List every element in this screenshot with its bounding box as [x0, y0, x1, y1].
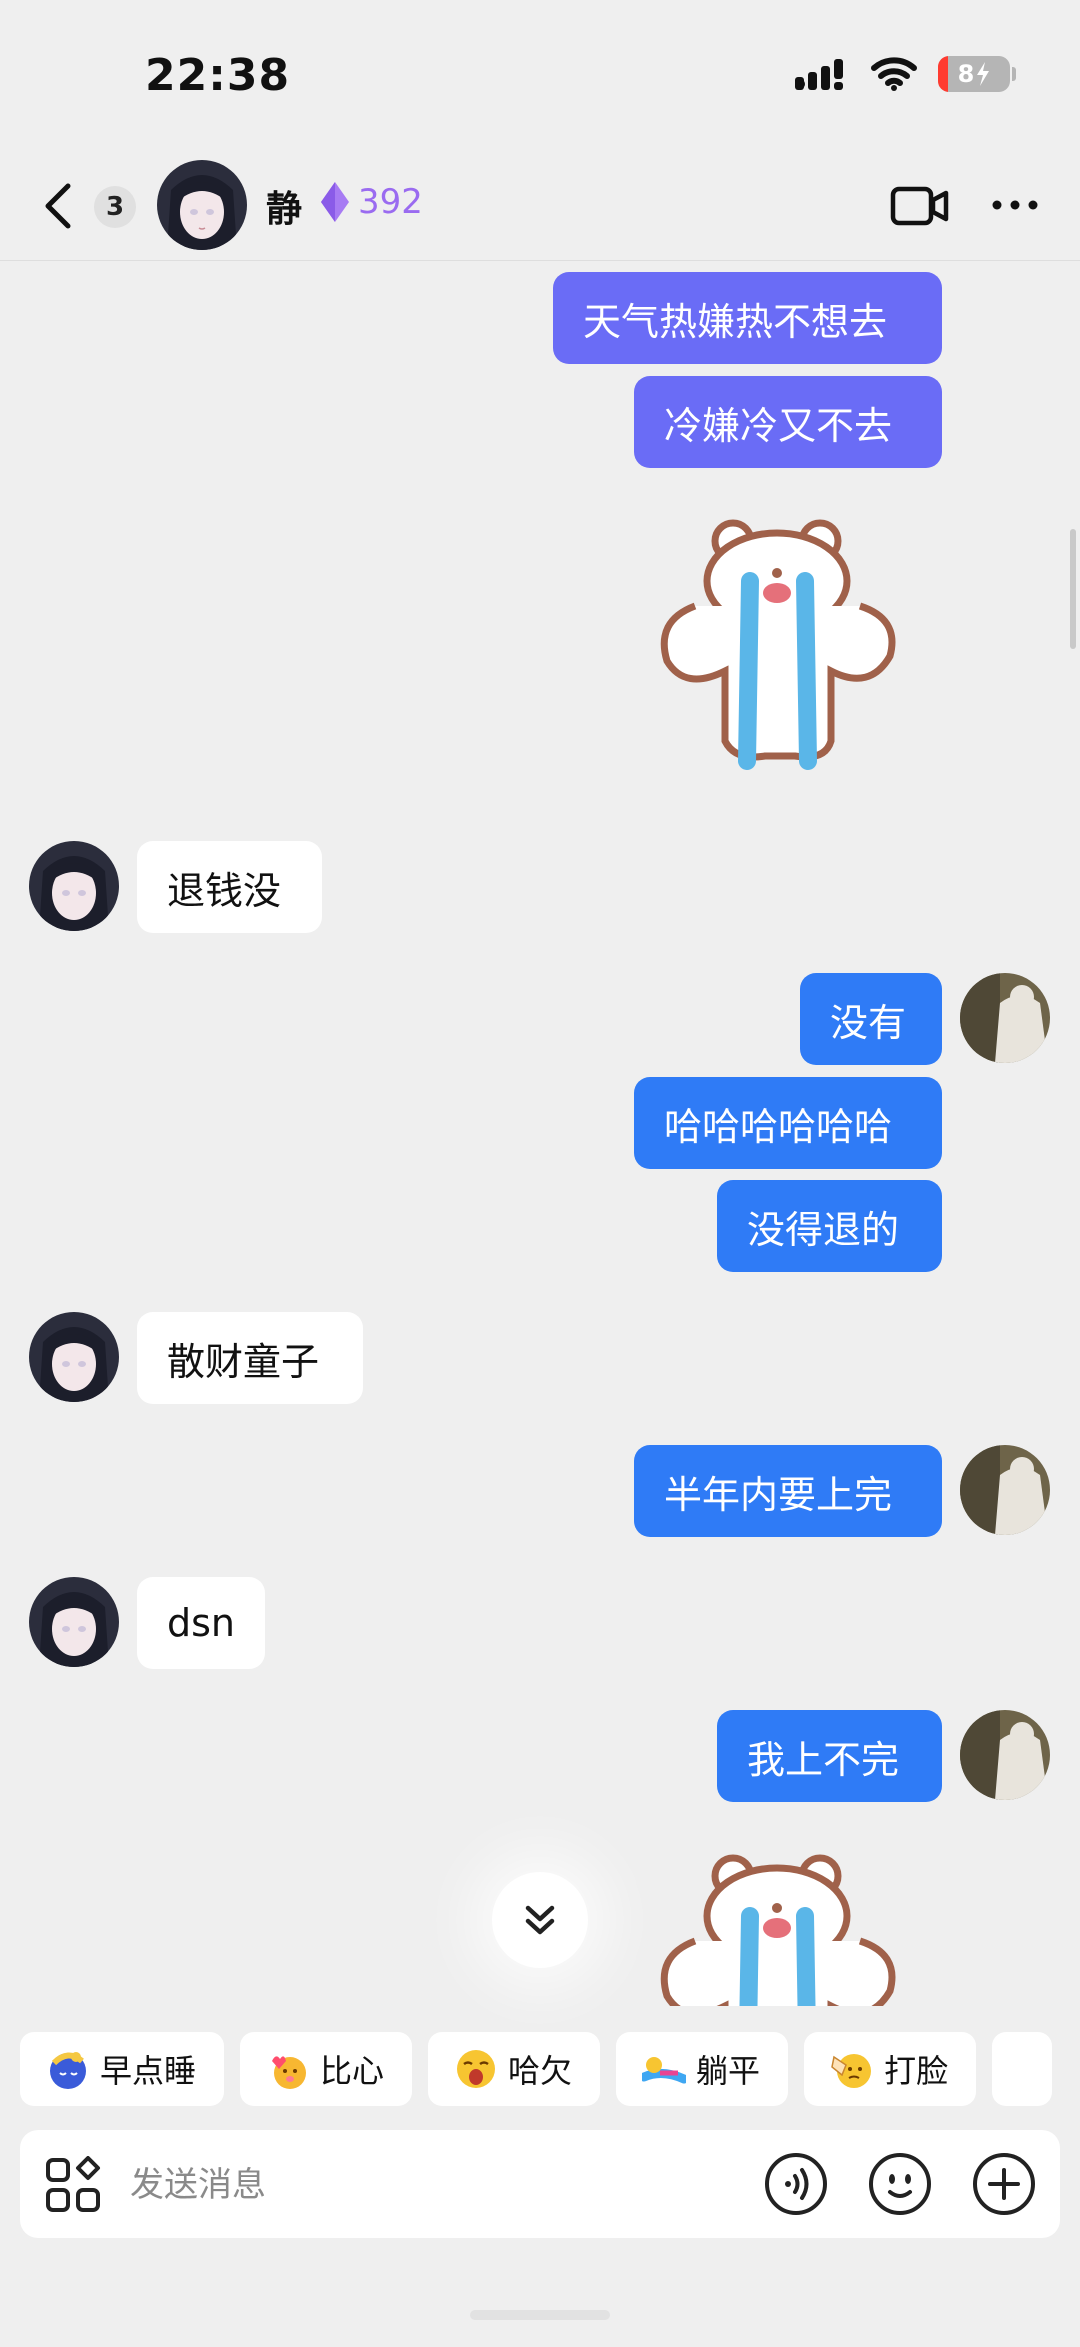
lie-flat-icon — [642, 2057, 687, 2084]
quick-reply-chip[interactable]: 打脸 — [804, 2032, 977, 2106]
message-bubble-outgoing[interactable]: 天气热嫌热不想去 — [553, 272, 942, 364]
status-bar: 22:38 8 — [0, 0, 1080, 150]
user-photo-avatar-icon — [960, 1710, 1050, 1800]
scrollbar[interactable] — [1070, 529, 1076, 649]
message-bubble-outgoing[interactable]: 我上不完 — [717, 1710, 942, 1802]
more-options-button[interactable] — [990, 190, 1040, 220]
message-bubble-incoming[interactable]: 散财童子 — [137, 1312, 363, 1404]
anime-girl-avatar-icon — [157, 160, 247, 250]
quick-reply-label: 比心 — [320, 2052, 385, 2090]
message-list[interactable]: 天气热嫌热不想去 冷嫌冷又不去 退钱没 没有 哈哈哈哈哈哈 没得退的 散财童子 … — [0, 261, 1080, 2006]
my-message-avatar[interactable] — [960, 973, 1050, 1063]
quick-reply-chip[interactable]: 哈欠 — [428, 2032, 601, 2106]
quick-reply-bar[interactable]: 早点睡 比心 哈欠 躺平 打脸 — [20, 2032, 1080, 2106]
status-icons: 8 — [794, 56, 1016, 92]
back-button[interactable] — [36, 180, 80, 232]
quick-reply-label: 哈欠 — [508, 2052, 573, 2090]
quick-reply-chip[interactable]: 早点睡 — [20, 2032, 225, 2106]
battery-level — [938, 56, 948, 92]
home-indicator[interactable] — [470, 2310, 610, 2320]
video-call-button[interactable] — [890, 185, 950, 227]
battery-percent: 8 — [957, 60, 975, 88]
contact-message-avatar[interactable] — [29, 1577, 119, 1667]
message-bubble-outgoing[interactable]: 冷嫌冷又不去 — [634, 376, 942, 468]
cellular-signal-icon — [795, 59, 843, 90]
status-time: 22:38 — [145, 50, 291, 101]
my-message-avatar[interactable] — [960, 1445, 1050, 1535]
message-bubble-incoming[interactable]: dsn — [137, 1577, 265, 1669]
apps-grid-icon[interactable] — [44, 2156, 102, 2214]
plus-icon[interactable] — [972, 2152, 1036, 2216]
contact-message-avatar[interactable] — [29, 841, 119, 931]
intimacy-value: 392 — [358, 182, 423, 222]
my-message-avatar[interactable] — [960, 1710, 1050, 1800]
sleepy-moon-icon — [50, 2052, 86, 2089]
message-bubble-outgoing[interactable]: 哈哈哈哈哈哈 — [634, 1077, 942, 1169]
message-bubble-incoming[interactable]: 退钱没 — [137, 841, 322, 933]
scroll-to-bottom-button[interactable] — [492, 1872, 588, 1968]
amethyst-crystal-icon — [321, 182, 349, 222]
quick-reply-label: 打脸 — [884, 2052, 949, 2090]
anime-girl-avatar-icon — [29, 841, 119, 931]
message-bubble-outgoing[interactable]: 没有 — [800, 973, 942, 1065]
message-bubble-outgoing[interactable]: 半年内要上完 — [634, 1445, 942, 1537]
voice-message-icon[interactable] — [764, 2152, 828, 2216]
finger-heart-icon — [272, 2056, 307, 2089]
double-chevron-down-icon — [525, 1905, 555, 1935]
message-composer — [20, 2130, 1060, 2238]
quick-reply-chip[interactable]: 比心 — [240, 2032, 413, 2106]
anime-girl-avatar-icon — [29, 1312, 119, 1402]
crying-hamster-sticker[interactable] — [655, 511, 905, 771]
contact-message-avatar[interactable] — [29, 1312, 119, 1402]
contact-name: 静 — [266, 189, 303, 230]
battery-indicator: 8 — [938, 56, 1010, 92]
battery-tip — [1012, 67, 1016, 81]
user-photo-avatar-icon — [960, 1445, 1050, 1535]
quick-reply-label: 躺平 — [696, 2052, 761, 2090]
intimacy-score[interactable]: 392 — [318, 180, 423, 224]
yawn-face-icon — [457, 2050, 496, 2088]
emoji-icon[interactable] — [868, 2152, 932, 2216]
unread-count-badge[interactable]: 3 — [94, 186, 136, 228]
quick-reply-label: 早点睡 — [100, 2052, 197, 2090]
message-bubble-outgoing[interactable]: 没得退的 — [717, 1180, 942, 1272]
contact-avatar[interactable] — [157, 160, 247, 250]
wifi-icon — [871, 57, 917, 91]
user-photo-avatar-icon — [960, 973, 1050, 1063]
quick-reply-chip-overflow[interactable] — [992, 2032, 1053, 2106]
anime-girl-avatar-icon — [29, 1577, 119, 1667]
message-input[interactable] — [128, 2150, 772, 2220]
quick-reply-chip[interactable]: 躺平 — [616, 2032, 789, 2106]
chat-header: 3 静 392 — [0, 150, 1080, 261]
charging-bolt-icon — [977, 62, 990, 86]
crying-hamster-sticker[interactable] — [655, 1846, 905, 2006]
face-slap-icon — [831, 2054, 872, 2088]
